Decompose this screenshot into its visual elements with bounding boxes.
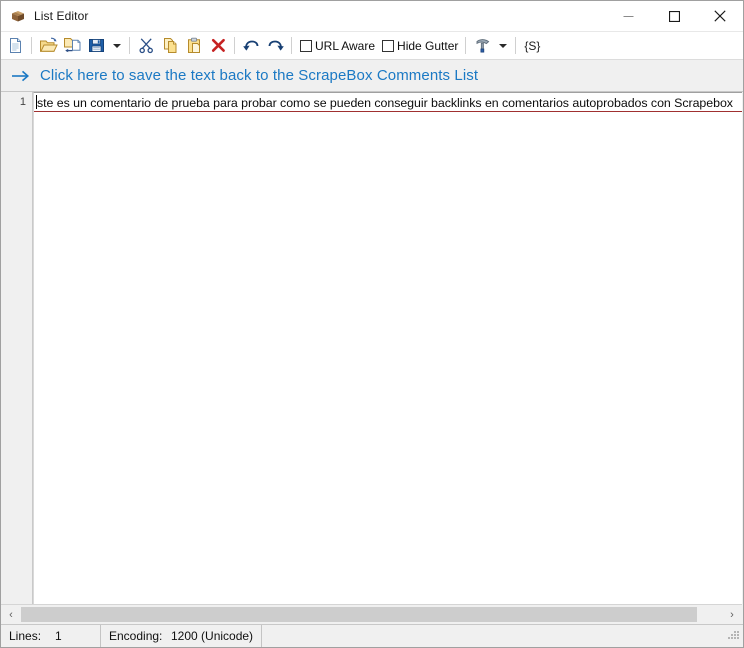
editor-container: 1 ste es un comentario de prueba para pr… <box>1 92 743 624</box>
redo-icon[interactable] <box>263 34 287 57</box>
open-folder-icon[interactable] <box>36 34 60 57</box>
toolbar-separator <box>465 37 467 54</box>
line-number: 1 <box>19 96 26 108</box>
tools-hammer-icon[interactable] <box>470 34 494 57</box>
status-bar: Lines: 1 Encoding: 1200 (Unicode) <box>1 624 743 647</box>
editor-body: 1 ste es un comentario de prueba para pr… <box>1 92 742 604</box>
status-encoding-label-cell: Encoding: <box>101 625 163 647</box>
editor-line-1[interactable]: ste es un comentario de prueba para prob… <box>34 93 742 112</box>
toolbar-separator <box>31 37 32 54</box>
horizontal-scrollbar[interactable]: ‹ › <box>1 604 742 624</box>
arrow-right-icon <box>11 69 31 83</box>
hide-gutter-label: Hide Gutter <box>397 38 459 53</box>
toolbar-separator <box>234 37 235 54</box>
paste-icon[interactable] <box>182 34 206 57</box>
save-dropdown-chevron-down-icon[interactable] <box>108 34 125 57</box>
window-title: List Editor <box>34 9 89 23</box>
window-controls <box>605 1 743 31</box>
close-button[interactable] <box>697 1 743 31</box>
checkbox-box <box>300 39 312 52</box>
toolbar-separator <box>291 37 292 54</box>
delete-x-icon[interactable] <box>206 34 230 57</box>
title-bar: List Editor <box>1 1 743 32</box>
chevron-down-icon <box>498 43 507 48</box>
save-back-banner[interactable]: Click here to save the text back to the … <box>1 60 743 92</box>
status-lines-label: Lines: <box>9 629 42 643</box>
toolbar: URL Aware Hide Gutter {S} <box>1 32 743 60</box>
url-aware-checkbox[interactable]: URL Aware <box>300 34 375 57</box>
spintax-button[interactable]: {S} <box>520 35 544 56</box>
status-encoding-label: Encoding: <box>109 629 163 643</box>
status-lines: Lines: 1 <box>1 625 101 647</box>
chevron-down-icon <box>112 43 121 48</box>
status-encoding-value: 1200 (Unicode) <box>171 629 254 643</box>
copy-icon[interactable] <box>158 34 182 57</box>
text-editor-area[interactable]: ste es un comentario de prueba para prob… <box>33 92 742 604</box>
undo-icon[interactable] <box>239 34 263 57</box>
tools-dropdown-chevron-down-icon[interactable] <box>494 34 511 57</box>
save-disk-icon[interactable] <box>84 34 108 57</box>
status-spacer <box>262 625 725 647</box>
cut-scissors-icon[interactable] <box>134 34 158 57</box>
status-lines-value: 1 <box>55 629 62 643</box>
line-number-gutter: 1 <box>1 92 33 604</box>
hide-gutter-checkbox[interactable]: Hide Gutter <box>382 34 458 57</box>
import-file-icon[interactable] <box>60 34 84 57</box>
scroll-right-arrow-icon[interactable]: › <box>722 605 742 624</box>
scroll-left-arrow-icon[interactable]: ‹ <box>1 605 21 624</box>
box-icon <box>10 8 26 24</box>
status-encoding-value-cell: 1200 (Unicode) <box>163 625 263 647</box>
resize-grip-icon[interactable] <box>725 628 741 644</box>
url-aware-label: URL Aware <box>315 38 376 53</box>
toolbar-separator <box>129 37 130 54</box>
toolbar-separator <box>515 37 517 54</box>
editor-line-text: ste es un comentario de prueba para prob… <box>37 96 733 110</box>
minimize-button[interactable] <box>605 1 651 31</box>
horizontal-scroll-thumb[interactable] <box>21 607 698 622</box>
checkbox-box <box>382 39 395 52</box>
save-back-link-text: Click here to save the text back to the … <box>40 67 479 84</box>
horizontal-scroll-track[interactable] <box>21 605 722 624</box>
list-editor-window: List Editor URL Aware Hide Gutter {S} Cl… <box>0 0 744 648</box>
maximize-button[interactable] <box>651 1 697 31</box>
new-file-icon[interactable] <box>3 34 27 57</box>
